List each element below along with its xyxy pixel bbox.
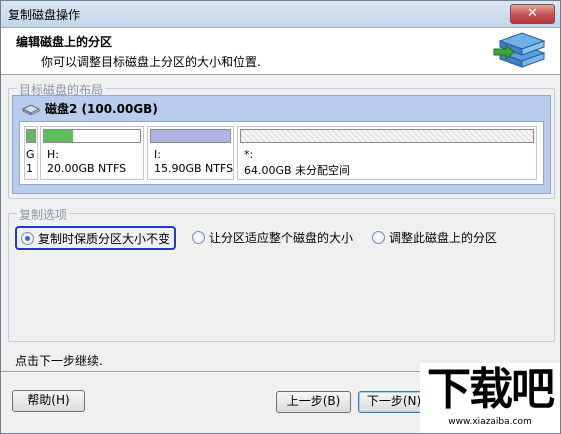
- partition-name: G: [26, 148, 35, 161]
- partition-info: 64.00GB 未分配空间: [244, 164, 351, 177]
- disk-map: G 1 H: 20.00GB NTFS I: 15.90GB NTFS *: 6…: [19, 121, 544, 185]
- partition-info: 20.00GB NTFS: [47, 162, 127, 175]
- partition-name: I:: [154, 148, 161, 161]
- window-title: 复制磁盘操作: [8, 8, 81, 22]
- close-icon: ✕: [527, 6, 538, 21]
- partition-usage-bar: [240, 129, 534, 143]
- disk-copy-logo-icon: [493, 32, 546, 68]
- partition-usage-fill: [151, 130, 230, 142]
- copy-options-group: 复制选项 复制时保质分区大小不变 让分区适应整个磁盘的大小 调整此磁盘上的分区: [8, 206, 555, 342]
- partition-name: H:: [47, 148, 59, 161]
- status-text: 点击下一步继续.: [15, 354, 103, 368]
- option-keep-partition-size[interactable]: 复制时保质分区大小不变: [15, 226, 177, 250]
- partition-usage-bar: [150, 129, 231, 143]
- partition-info: 15.90GB NTFS: [154, 162, 234, 175]
- radio-icon[interactable]: [372, 230, 385, 244]
- partition-i[interactable]: I: 15.90GB NTFS: [147, 126, 234, 180]
- wizard-header: 编辑磁盘上的分区 你可以调整目标磁盘上分区的大小和位置.: [1, 28, 560, 75]
- partition-unallocated[interactable]: *: 64.00GB 未分配空间: [237, 126, 537, 180]
- title-bar[interactable]: 复制磁盘操作 ✕: [1, 1, 560, 28]
- partition-info: 1: [26, 162, 33, 175]
- disk-panel[interactable]: 磁盘2 (100.00GB) G 1 H: 20.00GB NTFS I: 15…: [12, 95, 551, 194]
- disk-title: 磁盘2 (100.00GB): [21, 100, 158, 117]
- copy-options-list: 复制时保质分区大小不变 让分区适应整个磁盘的大小 调整此磁盘上的分区: [15, 226, 548, 250]
- close-button[interactable]: ✕: [510, 4, 555, 24]
- copy-disk-dialog: 复制磁盘操作 ✕ 编辑磁盘上的分区 你可以调整目标磁盘上分区的大小和位置. 目标…: [0, 0, 561, 434]
- option-label: 让分区适应整个磁盘的大小: [209, 230, 354, 245]
- partition-g[interactable]: G 1: [24, 126, 38, 180]
- partition-usage-fill: [27, 130, 35, 142]
- radio-icon[interactable]: [192, 230, 205, 244]
- copy-options-label: 复制选项: [17, 206, 70, 223]
- radio-checked-icon[interactable]: [21, 231, 34, 245]
- header-subtitle: 你可以调整目标磁盘上分区的大小和位置.: [41, 55, 261, 69]
- option-adjust-partitions[interactable]: 调整此磁盘上的分区: [372, 226, 497, 248]
- partition-h[interactable]: H: 20.00GB NTFS: [40, 126, 144, 180]
- partition-usage-fill: [44, 130, 73, 142]
- header-title: 编辑磁盘上的分区: [16, 35, 113, 49]
- watermark-logo: 下载吧 www.xiazaiba.com: [420, 363, 560, 433]
- disk-name: 磁盘2 (100.00GB): [45, 102, 158, 116]
- partition-usage-bar: [26, 129, 36, 143]
- option-fit-to-disk[interactable]: 让分区适应整个磁盘的大小: [192, 226, 353, 248]
- target-disk-layout-group: 目标磁盘的布局 磁盘2 (100.00GB) G 1 H: 20.00GB NT…: [8, 81, 555, 199]
- back-button[interactable]: 上一步(B): [276, 391, 351, 413]
- option-label: 调整此磁盘上的分区: [389, 230, 498, 245]
- partition-usage-bar: [43, 129, 141, 143]
- help-button[interactable]: 帮助(H): [12, 390, 85, 412]
- hard-disk-icon: [21, 103, 41, 115]
- watermark-url: www.xiazaiba.com: [448, 417, 532, 427]
- partition-name: *:: [244, 148, 254, 161]
- watermark-text: 下载吧: [427, 364, 555, 415]
- option-label: 复制时保质分区大小不变: [38, 231, 171, 246]
